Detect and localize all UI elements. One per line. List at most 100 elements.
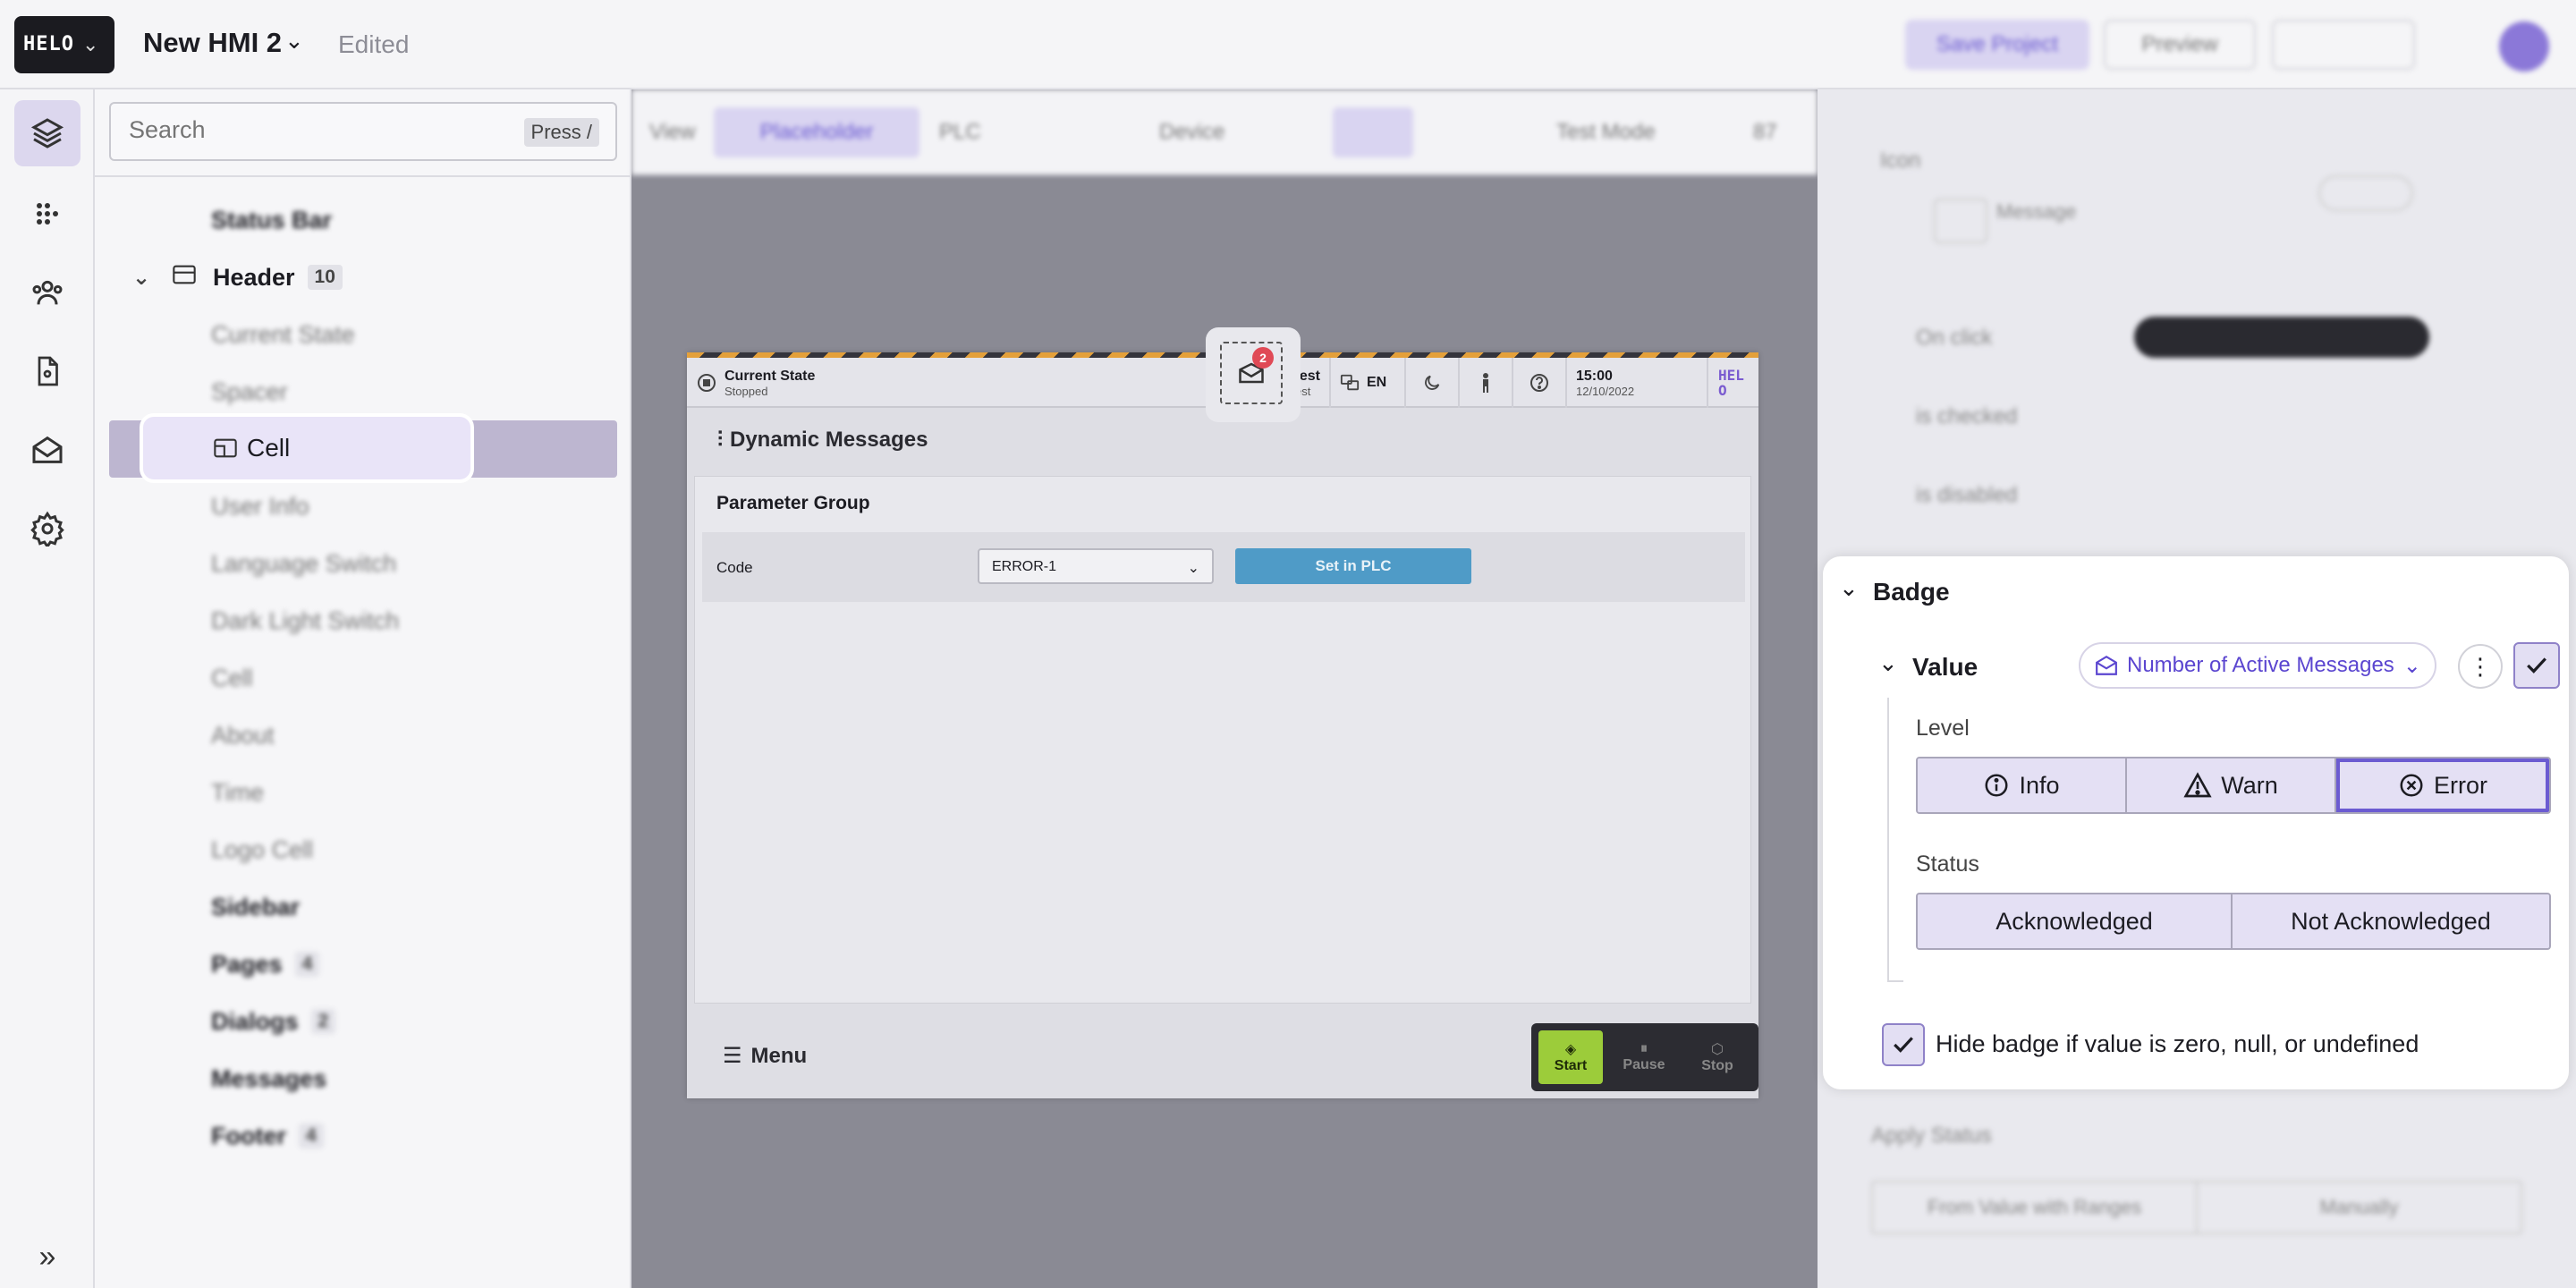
desktop-device-button[interactable]: [1333, 107, 1413, 157]
tree-connector: [1887, 698, 1889, 982]
tree-item-language-switch[interactable]: Language Switch: [95, 535, 631, 592]
manually-option[interactable]: Manually: [2198, 1182, 2521, 1233]
mail-icon[interactable]: [14, 417, 80, 483]
chevron-down-icon[interactable]: ⌄: [1839, 574, 1859, 602]
top-bar: HELO ⌄ New HMI 2 ⌄ Edited Save Project P…: [0, 0, 2576, 89]
tree-item-footer[interactable]: Footer 4: [95, 1107, 631, 1165]
hmi-logo: HELO: [1718, 367, 1744, 399]
settings-icon[interactable]: [14, 496, 80, 562]
tree-item-time[interactable]: Time: [95, 764, 631, 821]
current-state-cell[interactable]: Current State Stopped: [687, 358, 1134, 408]
state-label: Icon: [1880, 148, 1921, 173]
chevron-down-icon[interactable]: ⌄: [284, 27, 304, 55]
language-switch-cell[interactable]: EN: [1329, 358, 1404, 408]
preview-button[interactable]: Preview: [2104, 20, 2256, 70]
tree-item-user-info[interactable]: User Info: [95, 478, 631, 535]
status-acknowledged-option[interactable]: Acknowledged: [1918, 894, 2233, 948]
current-state-value: Stopped: [724, 384, 768, 398]
document-icon[interactable]: [14, 338, 80, 404]
undo-redo-group[interactable]: [2272, 20, 2415, 70]
code-select[interactable]: ERROR-1 ⌄: [978, 548, 1214, 584]
tree-item-sidebar[interactable]: Sidebar: [95, 878, 631, 936]
search-input[interactable]: [129, 116, 469, 144]
tree-item-header[interactable]: ⌄ Header 10: [95, 249, 631, 306]
chevron-down-icon: ⌄: [1187, 561, 1199, 576]
chevron-down-icon[interactable]: ⌄: [1878, 649, 1898, 677]
app-menu-button[interactable]: HELO ⌄: [14, 16, 114, 73]
message-label: Message: [1996, 200, 2077, 223]
status-not-acknowledged-option[interactable]: Not Acknowledged: [2233, 894, 2549, 948]
parameter-group-title: Parameter Group: [716, 493, 870, 513]
placeholder-toggle[interactable]: Placeholder: [714, 107, 919, 157]
more-options-icon[interactable]: ⋮: [2458, 644, 2503, 689]
is-disabled-label: is disabled: [1916, 483, 2018, 507]
tree-item-spacer[interactable]: Spacer: [95, 363, 631, 420]
pause-button[interactable]: ⏸ Pause: [1612, 1030, 1676, 1084]
save-project-button[interactable]: Save Project: [1905, 20, 2089, 70]
components-icon[interactable]: [14, 181, 80, 247]
tree-item-dialogs[interactable]: Dialogs 2: [95, 993, 631, 1050]
messages-cell[interactable]: [1220, 342, 1283, 404]
tree-item-pages[interactable]: Pages 4: [95, 936, 631, 993]
hmi-preview: Current StateStopped GuestGuest EN 15:00: [687, 327, 1758, 1098]
hide-badge-checkbox[interactable]: [1882, 1023, 1925, 1066]
apply-status-label: Apply Status: [1871, 1123, 1992, 1148]
project-status: Edited: [338, 30, 410, 58]
level-error-option[interactable]: Error: [2336, 758, 2549, 812]
project-title[interactable]: New HMI 2: [143, 27, 282, 59]
stop-button[interactable]: ⬡ Stop: [1685, 1030, 1750, 1084]
chevron-down-icon: ⌄: [82, 33, 99, 55]
accessibility-cell[interactable]: [1458, 358, 1512, 408]
users-icon[interactable]: [14, 259, 80, 326]
dark-light-switch-cell[interactable]: [1404, 358, 1458, 408]
set-in-plc-button[interactable]: Set in PLC: [1235, 548, 1471, 584]
search-box[interactable]: Press /: [109, 102, 617, 161]
check-icon: [2527, 657, 2546, 674]
canvas-area[interactable]: View Placeholder PLC Device Test Mode 87…: [631, 89, 1818, 1288]
logo: HELO: [23, 33, 74, 55]
parameter-group-panel: Parameter Group Code ERROR-1 ⌄ Set in PL…: [694, 476, 1751, 1004]
logo-cell: HELO: [1707, 358, 1758, 408]
cell-icon: [213, 436, 238, 466]
divider: [95, 175, 631, 177]
tree-item-dark-light-switch[interactable]: Dark Light Switch: [95, 592, 631, 649]
tree-item-messages[interactable]: Messages: [95, 1050, 631, 1107]
tree-item-status-bar[interactable]: Status Bar: [95, 191, 631, 249]
pause-icon: ⏸: [1640, 1041, 1648, 1056]
on-click-action-chip[interactable]: [2134, 317, 2429, 358]
value-source-select[interactable]: Number of Active Messages ⌄: [2079, 642, 2436, 689]
status-label: Status: [1916, 852, 1979, 877]
avatar[interactable]: [2499, 21, 2549, 72]
state-chip[interactable]: [2318, 175, 2413, 211]
level-segmented-control: Info Warn Error: [1916, 757, 2551, 814]
apply-status-segment: From Value with Ranges Manually: [1871, 1181, 2522, 1234]
help-icon: [1530, 374, 1548, 392]
language-label: EN: [1367, 375, 1387, 390]
moon-icon: [1425, 375, 1440, 390]
tree-item-current-state[interactable]: Current State: [95, 306, 631, 363]
chevron-down-icon[interactable]: ⌄: [129, 265, 154, 291]
left-rail: »: [0, 89, 95, 1288]
expand-icon[interactable]: »: [14, 1224, 80, 1288]
level-label: Level: [1916, 716, 1970, 741]
test-mode-toggle[interactable]: Test Mode: [1556, 120, 1656, 145]
level-info-option[interactable]: Info: [1918, 758, 2127, 812]
hmi-menu-button[interactable]: ☰ Menu: [723, 1043, 807, 1069]
from-value-option[interactable]: From Value with Ranges: [1873, 1182, 2198, 1233]
tree-item-cell[interactable]: Cell: [140, 413, 474, 483]
tree-item-about[interactable]: About: [95, 707, 631, 764]
hmi-page-title: ⫶ Dynamic Messages: [717, 428, 928, 452]
icon-preview: [1934, 199, 1987, 243]
value-enabled-checkbox[interactable]: [2513, 642, 2560, 689]
plc-toggle[interactable]: PLC: [939, 120, 981, 145]
start-button[interactable]: ◈ Start: [1538, 1030, 1603, 1084]
parameter-row: Code ERROR-1 ⌄ Set in PLC: [702, 532, 1745, 602]
layers-icon[interactable]: [14, 100, 80, 166]
tree-item-logo-cell[interactable]: Logo Cell: [95, 821, 631, 878]
zoom-level[interactable]: 87: [1753, 120, 1777, 145]
tree-item-cell-2[interactable]: Cell: [95, 649, 631, 707]
stop-circle-icon: [698, 374, 716, 392]
hamburger-icon: ☰: [723, 1044, 742, 1068]
level-warn-option[interactable]: Warn: [2127, 758, 2336, 812]
about-cell[interactable]: [1512, 358, 1565, 408]
